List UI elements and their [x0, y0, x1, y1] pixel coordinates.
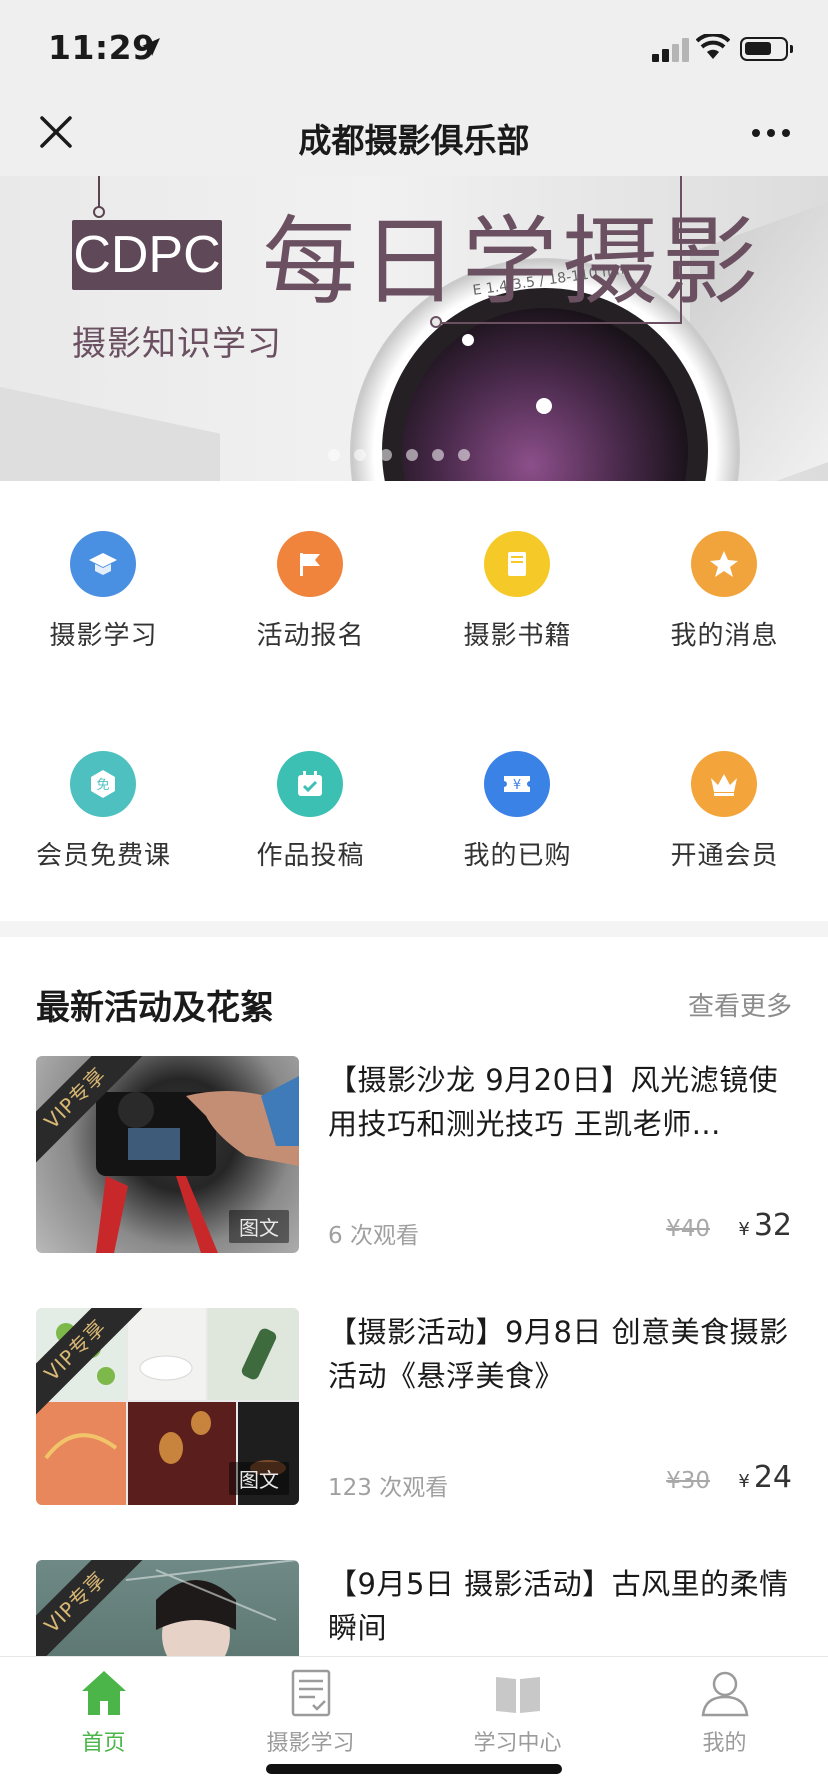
nav-bar: 成都摄影俱乐部: [0, 94, 828, 176]
tab-home[interactable]: 首页: [0, 1657, 207, 1767]
free-badge-icon: 免: [70, 751, 136, 817]
cellular-signal-icon: [652, 38, 692, 62]
book-icon: [484, 531, 550, 597]
grid-item-member-free-course[interactable]: 免 会员免费课: [0, 701, 207, 871]
location-arrow-icon: [142, 38, 160, 56]
graduation-cap-icon: [70, 531, 136, 597]
grid-item-photo-books[interactable]: 摄影书籍: [414, 481, 621, 651]
banner-carousel[interactable]: E 1.4-3.5 / 18-110 mm CDPC 每日学摄影 摄影知识学习: [0, 176, 828, 481]
home-icon: [82, 1671, 126, 1715]
tab-label: 摄影学习: [266, 1731, 355, 1756]
open-book-icon: [496, 1677, 540, 1713]
carousel-indicator[interactable]: [328, 446, 484, 461]
section-divider: [0, 921, 828, 937]
grid-label: 会员免费课: [35, 841, 171, 871]
star-icon: [691, 531, 757, 597]
tab-label: 我的: [702, 1731, 747, 1756]
activity-title: 【摄影沙龙 9月20日】风光滤镜使用技巧和测光技巧 王凯老师...: [328, 1063, 779, 1141]
activity-card[interactable]: VIP专享 图文 【摄影活动】9月8日 创意美食摄影活动《悬浮美食》 123 次…: [36, 1308, 792, 1508]
calendar-check-icon: [277, 751, 343, 817]
grid-label: 开通会员: [670, 841, 779, 871]
document-icon: [291, 1669, 331, 1717]
cdpc-logo: CDPC: [72, 220, 222, 290]
tab-photo-learning[interactable]: 摄影学习: [207, 1657, 414, 1767]
battery-icon: [740, 37, 793, 61]
home-indicator: [266, 1764, 562, 1774]
section-title: 最新活动及花絮: [36, 988, 274, 1028]
grid-label: 作品投稿: [256, 841, 365, 871]
activity-title: 【9月5日 摄影活动】古风里的柔情瞬间: [328, 1567, 789, 1645]
banner-subtitle: 摄影知识学习: [72, 324, 282, 364]
original-price: ¥40: [666, 1216, 710, 1242]
svg-text:¥: ¥: [513, 778, 521, 793]
user-icon: [701, 1671, 749, 1717]
feature-grid: 摄影学习 活动报名 摄影书籍 我的消息 免 会员免费课 作品投稿 ¥ 我的已购 …: [0, 481, 828, 921]
page-title: 成都摄影俱乐部: [298, 121, 530, 160]
grid-label: 摄影学习: [49, 621, 158, 651]
crown-icon: [691, 751, 757, 817]
activity-thumbnail: VIP专享: [36, 1560, 299, 1656]
current-price: ¥24: [738, 1460, 792, 1495]
banner-heading: 每日学摄影: [262, 206, 762, 318]
view-count: 123 次观看: [328, 1475, 449, 1501]
view-more-link[interactable]: 查看更多: [688, 986, 792, 1023]
status-bar: 11:29: [0, 0, 828, 94]
activity-thumbnail: VIP专享 图文: [36, 1308, 299, 1505]
grid-label: 我的已购: [463, 841, 572, 871]
grid-label: 活动报名: [256, 621, 365, 651]
grid-label: 摄影书籍: [463, 621, 572, 651]
more-options-icon[interactable]: [746, 118, 796, 148]
activity-title: 【摄影活动】9月8日 创意美食摄影活动《悬浮美食》: [328, 1315, 789, 1393]
ticket-icon: ¥: [484, 751, 550, 817]
tab-label: 学习中心: [473, 1731, 562, 1756]
activity-card[interactable]: VIP专享 图文 【摄影沙龙 9月20日】风光滤镜使用技巧和测光技巧 王凯老师.…: [36, 1056, 792, 1256]
flag-icon: [277, 531, 343, 597]
current-price: ¥32: [738, 1208, 792, 1243]
activity-thumbnail: VIP专享 图文: [36, 1056, 299, 1253]
content-type-tag: 图文: [229, 1462, 289, 1495]
grid-item-photo-learning[interactable]: 摄影学习: [0, 481, 207, 651]
view-count: 6 次观看: [328, 1223, 419, 1249]
original-price: ¥30: [666, 1468, 710, 1494]
grid-item-open-membership[interactable]: 开通会员: [621, 701, 828, 871]
grid-item-my-messages[interactable]: 我的消息: [621, 481, 828, 651]
grid-item-event-signup[interactable]: 活动报名: [207, 481, 414, 651]
svg-text:免: 免: [96, 778, 109, 793]
activity-card[interactable]: VIP专享 【9月5日 摄影活动】古风里的柔情瞬间: [36, 1560, 792, 1656]
tab-me[interactable]: 我的: [621, 1657, 828, 1767]
wifi-icon: [696, 34, 730, 59]
grid-label: 我的消息: [670, 621, 779, 651]
tab-label: 首页: [81, 1731, 126, 1756]
content-type-tag: 图文: [229, 1210, 289, 1243]
tab-learning-center[interactable]: 学习中心: [414, 1657, 621, 1767]
grid-item-my-purchases[interactable]: ¥ 我的已购: [414, 701, 621, 871]
grid-item-submit-work[interactable]: 作品投稿: [207, 701, 414, 871]
